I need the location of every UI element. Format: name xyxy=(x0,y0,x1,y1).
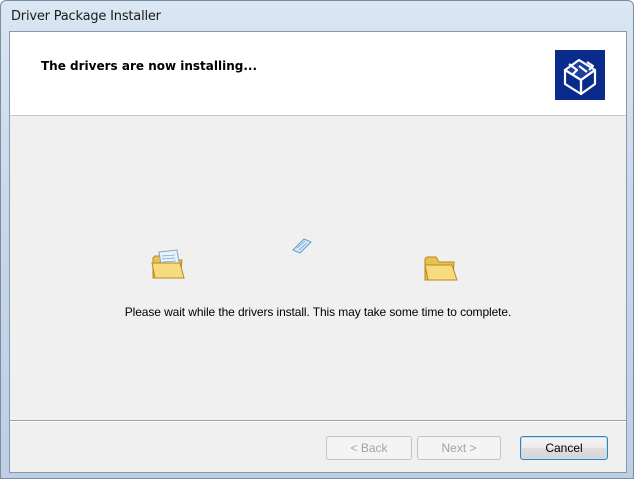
header-title: The drivers are now installing... xyxy=(41,59,258,73)
installer-box-icon xyxy=(555,50,605,100)
back-button[interactable]: < Back xyxy=(326,436,412,460)
install-animation: Please wait while the drivers install. T… xyxy=(10,116,626,416)
title-bar[interactable]: Driver Package Installer xyxy=(1,1,633,31)
window-title: Driver Package Installer xyxy=(11,9,161,24)
wizard-header: The drivers are now installing... xyxy=(10,32,626,116)
flying-document-icon xyxy=(292,238,312,254)
status-message: Please wait while the drivers install. T… xyxy=(124,305,512,319)
cancel-button[interactable]: Cancel xyxy=(520,436,608,460)
destination-folder-icon xyxy=(424,256,458,281)
next-button[interactable]: Next > xyxy=(417,436,501,460)
source-folder-icon xyxy=(151,249,185,279)
button-divider xyxy=(10,420,626,422)
installer-window: Driver Package Installer The drivers are… xyxy=(0,0,634,479)
dialog-client-area: The drivers are now installing... Please… xyxy=(9,31,627,473)
